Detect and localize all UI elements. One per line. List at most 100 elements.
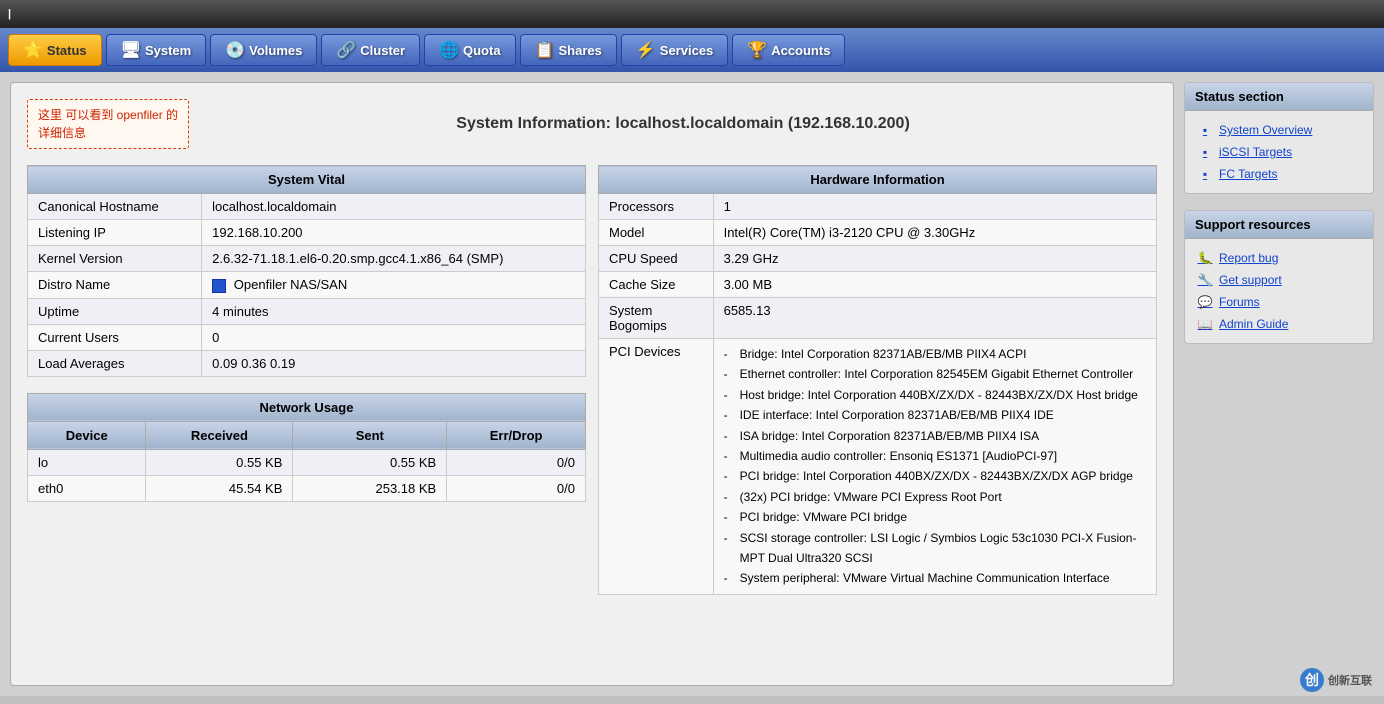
sv-value-ip: 192.168.10.200 (202, 220, 586, 246)
pci-item: -System peripheral: VMware Virtual Machi… (724, 568, 1146, 588)
hw-label-cpuspeed: CPU Speed (599, 246, 714, 272)
sidebar-status-section: Status section ▪ System Overview ▪ iSCSI… (1184, 82, 1374, 194)
accounts-icon: 🏆 (747, 40, 767, 60)
sidebar-item-get-support[interactable]: 🔧 Get support (1191, 269, 1367, 291)
watermark: 创 创新互联 (1300, 668, 1372, 692)
table-row: lo 0.55 KB 0.55 KB 0/0 (28, 449, 586, 475)
nav-item-cluster[interactable]: 🔗 Cluster (321, 34, 420, 66)
sidebar-link-label: iSCSI Targets (1219, 145, 1292, 159)
nav-item-quota[interactable]: 🌐 Quota (424, 34, 515, 66)
hw-value-pci: -Bridge: Intel Corporation 82371AB/EB/MB… (713, 339, 1156, 595)
sv-distro-text: Openfiler NAS/SAN (234, 277, 347, 292)
pci-text: SCSI storage controller: LSI Logic / Sym… (740, 528, 1146, 569)
nav-item-shares[interactable]: 📋 Shares (520, 34, 617, 66)
pci-text: Bridge: Intel Corporation 82371AB/EB/MB … (740, 344, 1027, 364)
hw-label-pci: PCI Devices (599, 339, 714, 595)
net-errdrop-lo: 0/0 (447, 449, 586, 475)
sidebar-item-iscsi-targets[interactable]: ▪ iSCSI Targets (1191, 141, 1367, 163)
table-row: Canonical Hostname localhost.localdomain (28, 194, 586, 220)
sidebar-item-forums[interactable]: 💬 Forums (1191, 291, 1367, 313)
pci-text: System peripheral: VMware Virtual Machin… (740, 568, 1110, 588)
pci-text: Ethernet controller: Intel Corporation 8… (740, 364, 1134, 384)
system-icon: 🖥 (121, 40, 141, 60)
system-vital-header: System Vital (28, 166, 586, 194)
net-device-lo: lo (28, 449, 146, 475)
note-line1: 这里 可以看到 openfiler 的 (38, 106, 178, 124)
sv-value-hostname: localhost.localdomain (202, 194, 586, 220)
pci-item: -Multimedia audio controller: Ensoniq ES… (724, 446, 1146, 466)
pci-item: -(32x) PCI bridge: VMware PCI Express Ro… (724, 487, 1146, 507)
nav-label-volumes: Volumes (249, 43, 302, 58)
page-header: 这里 可以看到 openfiler 的 详细信息 System Informat… (27, 99, 1157, 149)
nav-label-status: Status (47, 43, 87, 58)
hw-label-cachesize: Cache Size (599, 272, 714, 298)
content-area: 这里 可以看到 openfiler 的 详细信息 System Informat… (10, 82, 1174, 686)
sv-value-kernel: 2.6.32-71.18.1.el6-0.20.smp.gcc4.1.x86_6… (202, 246, 586, 272)
table-row: Load Averages 0.09 0.36 0.19 (28, 350, 586, 376)
table-row: CPU Speed 3.29 GHz (599, 246, 1157, 272)
sidebar-link-label: FC Targets (1219, 167, 1277, 181)
pci-item: -SCSI storage controller: LSI Logic / Sy… (724, 528, 1146, 569)
two-col-layout: System Vital Canonical Hostname localhos… (27, 165, 1157, 611)
watermark-text: 创新互联 (1328, 672, 1372, 688)
sidebar: Status section ▪ System Overview ▪ iSCSI… (1174, 82, 1374, 686)
net-sent-lo: 0.55 KB (293, 449, 447, 475)
col-sent: Sent (293, 421, 447, 449)
nav-item-status[interactable]: ⭐ Status (8, 34, 102, 66)
list-icon: ▪ (1197, 144, 1213, 160)
sidebar-link-label: Admin Guide (1219, 317, 1288, 331)
sidebar-item-system-overview[interactable]: ▪ System Overview (1191, 119, 1367, 141)
table-row: Current Users 0 (28, 324, 586, 350)
sv-value-uptime: 4 minutes (202, 298, 586, 324)
services-icon: ⚡ (636, 40, 656, 60)
page-title: System Information: localhost.localdomai… (209, 115, 1157, 133)
sv-label-kernel: Kernel Version (28, 246, 202, 272)
left-column: System Vital Canonical Hostname localhos… (27, 165, 586, 611)
pci-list: -Bridge: Intel Corporation 82371AB/EB/MB… (724, 344, 1146, 589)
nav-bar: ⭐ Status 🖥 System 💿 Volumes 🔗 Cluster 🌐 … (0, 28, 1384, 72)
pci-text: IDE interface: Intel Corporation 82371AB… (740, 405, 1054, 425)
hw-label-bogomips: System Bogomips (599, 298, 714, 339)
table-row: Processors 1 (599, 194, 1157, 220)
right-column: Hardware Information Processors 1 Model … (598, 165, 1157, 611)
hw-value-cpuspeed: 3.29 GHz (713, 246, 1156, 272)
nav-item-system[interactable]: 🖥 System (106, 34, 207, 66)
sidebar-link-label: Forums (1219, 295, 1260, 309)
forums-icon: 💬 (1197, 294, 1213, 310)
nav-item-services[interactable]: ⚡ Services (621, 34, 728, 66)
net-received-lo: 0.55 KB (146, 449, 293, 475)
sidebar-link-label: Get support (1219, 273, 1282, 287)
top-bar: | (0, 0, 1384, 28)
pci-text: Multimedia audio controller: Ensoniq ES1… (740, 446, 1058, 466)
note-line2: 详细信息 (38, 124, 178, 142)
net-errdrop-eth0: 0/0 (447, 475, 586, 501)
col-device: Device (28, 421, 146, 449)
pci-item: -IDE interface: Intel Corporation 82371A… (724, 405, 1146, 425)
sv-value-distro: Openfiler NAS/SAN (202, 272, 586, 299)
pci-item: -PCI bridge: Intel Corporation 440BX/ZX/… (724, 466, 1146, 486)
volumes-icon: 💿 (225, 40, 245, 60)
pci-text: Host bridge: Intel Corporation 440BX/ZX/… (740, 385, 1138, 405)
sv-value-users: 0 (202, 324, 586, 350)
nav-label-services: Services (660, 43, 714, 58)
nav-item-volumes[interactable]: 💿 Volumes (210, 34, 317, 66)
sidebar-status-title: Status section (1185, 83, 1373, 111)
pci-item: -PCI bridge: VMware PCI bridge (724, 507, 1146, 527)
sidebar-item-report-bug[interactable]: 🐛 Report bug (1191, 247, 1367, 269)
sidebar-status-body: ▪ System Overview ▪ iSCSI Targets ▪ FC T… (1185, 111, 1373, 193)
pci-item: -Bridge: Intel Corporation 82371AB/EB/MB… (724, 344, 1146, 364)
table-row: Distro Name Openfiler NAS/SAN (28, 272, 586, 299)
table-row: Cache Size 3.00 MB (599, 272, 1157, 298)
sidebar-link-label: Report bug (1219, 251, 1278, 265)
table-row: Listening IP 192.168.10.200 (28, 220, 586, 246)
nav-item-accounts[interactable]: 🏆 Accounts (732, 34, 845, 66)
hardware-info-wrapper: Hardware Information Processors 1 Model … (598, 165, 1157, 595)
sidebar-item-fc-targets[interactable]: ▪ FC Targets (1191, 163, 1367, 185)
pci-item: -ISA bridge: Intel Corporation 82371AB/E… (724, 426, 1146, 446)
pci-item: -Host bridge: Intel Corporation 440BX/ZX… (724, 385, 1146, 405)
sidebar-item-admin-guide[interactable]: 📖 Admin Guide (1191, 313, 1367, 335)
nav-label-system: System (145, 43, 191, 58)
pci-item: -Ethernet controller: Intel Corporation … (724, 364, 1146, 384)
hw-label-model: Model (599, 220, 714, 246)
sv-value-load: 0.09 0.36 0.19 (202, 350, 586, 376)
